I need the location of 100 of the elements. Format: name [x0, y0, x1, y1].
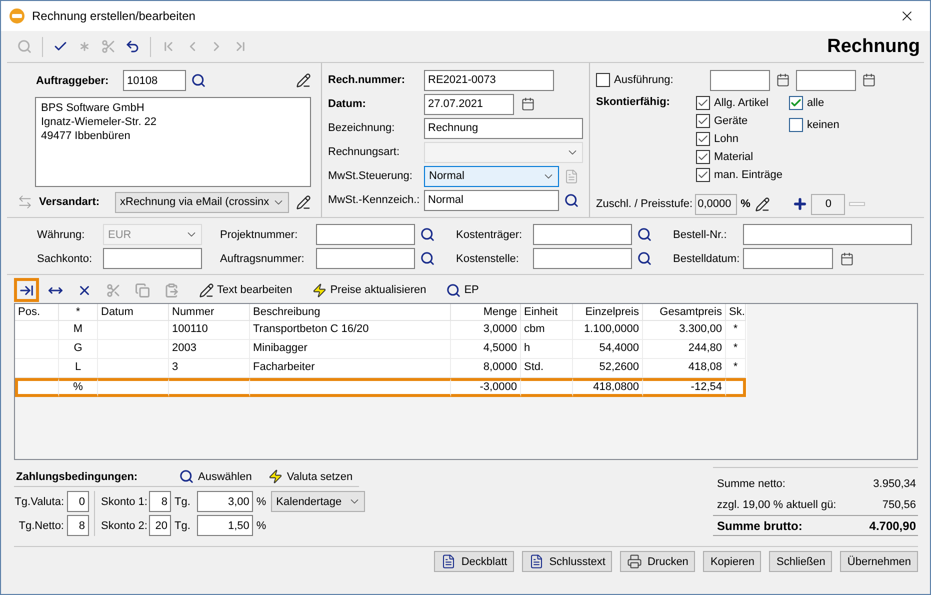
check-icon: [697, 133, 709, 145]
action-link[interactable]: Auswählen: [173, 469, 258, 484]
column-header[interactable]: Beschreibung: [250, 304, 451, 321]
input-field[interactable]: RE2021-0073: [424, 70, 554, 90]
input-field[interactable]: 8: [67, 515, 89, 536]
total-value: 4.700,90: [869, 518, 916, 532]
input-field[interactable]: 0,0000: [694, 194, 737, 214]
table-cell: 4,5000: [451, 340, 521, 359]
input-field[interactable]: Normal: [424, 190, 559, 210]
address-line: BPS Software GmbH: [41, 101, 146, 115]
input-field[interactable]: [743, 224, 912, 245]
checkbox[interactable]: [696, 132, 710, 146]
input-field[interactable]: [316, 248, 415, 269]
slider-track[interactable]: [849, 202, 866, 206]
pencil-icon: [755, 196, 770, 212]
input-field[interactable]: 0: [811, 194, 846, 214]
input-field[interactable]: [533, 224, 632, 245]
dialog-button[interactable]: Kopieren: [703, 551, 762, 572]
dialog-button[interactable]: Schlusstext: [522, 551, 612, 572]
checkbox[interactable]: [696, 96, 710, 110]
input-field[interactable]: [743, 248, 833, 269]
checkbox[interactable]: [696, 150, 710, 164]
checkbox-label: keinen: [807, 119, 840, 131]
input-field[interactable]: 0: [67, 491, 89, 512]
input-field[interactable]: [103, 248, 202, 269]
search-icon: [420, 227, 435, 242]
table-cell: *: [726, 359, 746, 378]
table-cell: 3,0000: [451, 321, 521, 340]
toolbar-button[interactable]: Text bearbeiten: [194, 278, 298, 302]
dialog-button[interactable]: Übernehmen: [840, 551, 918, 572]
table-cell: Minibagger: [250, 340, 451, 359]
address-box[interactable]: BPS Software GmbH Ignatz-Wiemeler-Str. 22 49477 Ibbenbüren: [35, 97, 311, 187]
dialog-button[interactable]: Drucken: [620, 551, 696, 572]
table-cell: 54,4000: [573, 340, 643, 359]
table-cell: h: [521, 340, 573, 359]
field-label: Sachkonto:: [37, 252, 94, 264]
pencil-icon: [296, 73, 311, 88]
field-label: MwSt.-Kennzeich.:: [328, 194, 421, 206]
input-field[interactable]: [533, 248, 632, 269]
column-header[interactable]: Gesamtpreis: [643, 304, 726, 321]
paste-icon: [164, 282, 179, 298]
field-label: Kostenträger:: [456, 228, 524, 240]
search-icon: [191, 73, 206, 88]
input-field[interactable]: 3,00: [197, 491, 254, 512]
column-header[interactable]: Einheit: [521, 304, 573, 321]
search-icon: [446, 282, 462, 298]
input-field[interactable]: 27.07.2021: [424, 94, 514, 114]
search-icon: [420, 251, 435, 266]
input-field[interactable]: 20: [149, 515, 172, 536]
column-header[interactable]: Einzelpreis: [573, 304, 643, 321]
undo-icon: [125, 39, 140, 54]
checkbox-label: Geräte: [714, 115, 748, 127]
checkbox[interactable]: [789, 96, 803, 110]
field-label: Zuschl. / Preisstufe:: [596, 198, 693, 210]
input-field[interactable]: 10108: [123, 70, 186, 91]
address-line: Ignatz-Wiemeler-Str. 22: [41, 115, 158, 129]
checkbox[interactable]: [696, 168, 710, 182]
input-field[interactable]: [796, 70, 856, 90]
search-icon: [179, 469, 194, 484]
document-icon: [564, 168, 579, 184]
dialog-button[interactable]: Schließen: [769, 551, 832, 572]
toolbar-button[interactable]: Preise aktualisieren: [307, 278, 432, 302]
column-header[interactable]: Datum: [98, 304, 169, 321]
unit-label: Tg.: [174, 496, 190, 508]
field-label: Tg.Valuta:: [14, 496, 65, 508]
column-header[interactable]: Pos.: [15, 304, 59, 321]
table-cell: 8,0000: [451, 359, 521, 378]
dropdown[interactable]: Kalendertage: [271, 491, 366, 512]
field-label: Bezeichnung:: [328, 122, 396, 134]
column-header[interactable]: *: [59, 304, 98, 321]
checkbox[interactable]: [789, 118, 803, 132]
field-label: Rech.nummer:: [328, 74, 406, 86]
printer-icon: [627, 554, 642, 569]
input-field[interactable]: Rechnung: [424, 118, 583, 138]
pencil-icon: [296, 194, 311, 210]
input-field[interactable]: [710, 70, 770, 90]
action-link[interactable]: Valuta setzen: [262, 469, 359, 484]
column-header[interactable]: Menge: [451, 304, 521, 321]
checkbox-label: Allg. Artikel: [714, 97, 768, 109]
table-cell: Facharbeiter: [250, 359, 451, 378]
column-header[interactable]: Nummer: [169, 304, 250, 321]
checkbox[interactable]: [596, 73, 610, 87]
table-cell: L: [59, 359, 98, 378]
table-cell: 3: [169, 359, 250, 378]
checkbox[interactable]: [696, 114, 710, 128]
arrows-icon: [17, 194, 33, 210]
input-field[interactable]: 1,50: [197, 515, 254, 536]
input-field[interactable]: 8: [149, 491, 172, 512]
dropdown[interactable]: xRechnung via eMail (crossinx: [115, 192, 289, 212]
table-cell: Std.: [521, 359, 573, 378]
dropdown[interactable]: Normal: [424, 166, 559, 186]
dialog-button[interactable]: Deckblatt: [434, 551, 514, 572]
total-label: zzgl. 19,00 % aktuell gü:: [717, 498, 836, 510]
toolbar-button[interactable]: EP: [441, 278, 484, 302]
input-field[interactable]: [316, 224, 415, 245]
column-header[interactable]: Sk.: [726, 304, 746, 321]
table-cell: 1.100,0000: [573, 321, 643, 340]
field-label: Auftraggeber:: [36, 74, 110, 86]
field-label: Skonto 1:: [101, 496, 148, 508]
calendar-icon: [521, 97, 535, 111]
